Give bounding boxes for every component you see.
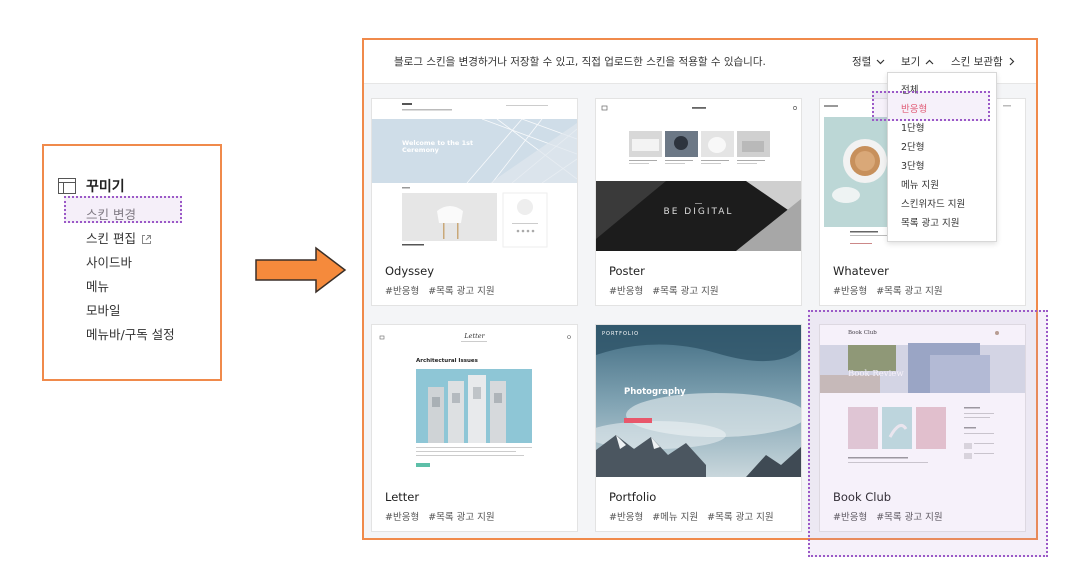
skin-card-portfolio[interactable]: PORTFOLIO Photography Portfolio #반응형 #메뉴 … (595, 324, 802, 532)
sidebar-title: 꾸미기 (86, 179, 125, 195)
skin-tags: #반응형 #목록 광고 지원 (609, 283, 728, 297)
skin-tag: #반응형 (385, 512, 420, 523)
view-button[interactable]: 보기 (901, 54, 934, 69)
skin-card-letter[interactable]: Letter Architectural Issues Letter #반응형 #… (371, 324, 578, 532)
preview-title: Architectural Issues (416, 358, 478, 364)
layout-icon (58, 178, 76, 194)
skin-tag: #목록 광고 지원 (428, 512, 495, 523)
sidebar-panel: 꾸미기 스킨 변경 스킨 편집 사이드바 메뉴 모바일 메뉴바/구독 설정 (42, 144, 222, 381)
external-link-icon (141, 234, 151, 244)
chevron-up-icon (925, 59, 934, 64)
skin-name: Odyssey (385, 264, 435, 278)
chevron-right-icon (1009, 57, 1014, 66)
skin-preview-odyssey: Welcome to the 1st Ceremony (372, 99, 577, 251)
preview-logo: Letter (464, 332, 485, 340)
skin-tag: #목록 광고 지원 (707, 512, 774, 523)
skin-tag: #목록 광고 지원 (428, 286, 495, 297)
skin-preview-letter: Letter Architectural Issues (372, 325, 577, 477)
skin-tags: #반응형 #목록 광고 지원 (385, 509, 504, 523)
skin-card-odyssey[interactable]: Welcome to the 1st Ceremony Odyssey #반응형… (371, 98, 578, 306)
sidebar-item-menubar-subscribe[interactable]: 메뉴바/구독 설정 (86, 323, 175, 347)
skin-storage-button[interactable]: 스킨 보관함 (951, 54, 1015, 69)
skin-tag: #반응형 (833, 286, 868, 297)
sort-button[interactable]: 정렬 (852, 54, 885, 69)
skin-tag: #메뉴 지원 (652, 512, 699, 523)
skin-tag: #반응형 (609, 512, 644, 523)
preview-title: BE DIGITAL (663, 207, 734, 217)
chevron-down-icon (876, 59, 885, 64)
skin-tag: #반응형 (609, 286, 644, 297)
skin-tag: #반응형 (385, 286, 420, 297)
preview-title: Welcome to the 1st Ceremony (402, 139, 474, 154)
skin-name: Poster (609, 264, 645, 278)
skin-preview-image (596, 99, 801, 251)
skin-tags: #반응형 #목록 광고 지원 (833, 283, 952, 297)
view-option-1col[interactable]: 1단형 (888, 119, 996, 138)
skin-tag: #목록 광고 지원 (876, 286, 943, 297)
sidebar-item-mobile[interactable]: 모바일 (86, 299, 175, 323)
skin-name: Letter (385, 490, 420, 504)
skin-tags: #반응형 #목록 광고 지원 (385, 283, 504, 297)
preview-title: Photography (624, 387, 686, 397)
skin-preview-poster: BE DIGITAL (596, 99, 801, 251)
highlight-skin-change (64, 196, 182, 223)
skin-preview-image (372, 325, 577, 477)
view-option-skin-wizard[interactable]: 스킨위자드 지원 (888, 195, 996, 214)
skin-card-poster[interactable]: BE DIGITAL Poster #반응형 #목록 광고 지원 (595, 98, 802, 306)
sidebar-menu: 스킨 변경 스킨 편집 사이드바 메뉴 모바일 메뉴바/구독 설정 (86, 203, 175, 347)
view-option-menu-support[interactable]: 메뉴 지원 (888, 176, 996, 195)
sidebar-header[interactable]: 꾸미기 (58, 176, 125, 196)
skin-preview-image (596, 325, 801, 477)
sidebar-item-skin-edit[interactable]: 스킨 편집 (86, 227, 175, 251)
sidebar-item-menu[interactable]: 메뉴 (86, 275, 175, 299)
skin-tags: #반응형 #메뉴 지원 #목록 광고 지원 (609, 509, 783, 523)
arrow-right-icon (255, 246, 347, 294)
preview-logo: PORTFOLIO (602, 331, 640, 337)
skin-preview-portfolio: PORTFOLIO Photography (596, 325, 801, 477)
skin-tag: #목록 광고 지원 (652, 286, 719, 297)
highlight-book-club-card (808, 310, 1048, 557)
skin-name: Portfolio (609, 490, 657, 504)
view-option-list-ad[interactable]: 목록 광고 지원 (888, 214, 996, 233)
view-option-2col[interactable]: 2단형 (888, 138, 996, 157)
view-option-3col[interactable]: 3단형 (888, 157, 996, 176)
highlight-responsive-option (872, 91, 990, 121)
sidebar-item-sidebar[interactable]: 사이드바 (86, 251, 175, 275)
skin-description: 블로그 스킨을 변경하거나 저장할 수 있고, 직접 업로드한 스킨을 적용할 … (394, 56, 766, 68)
skin-name: Whatever (833, 264, 889, 278)
